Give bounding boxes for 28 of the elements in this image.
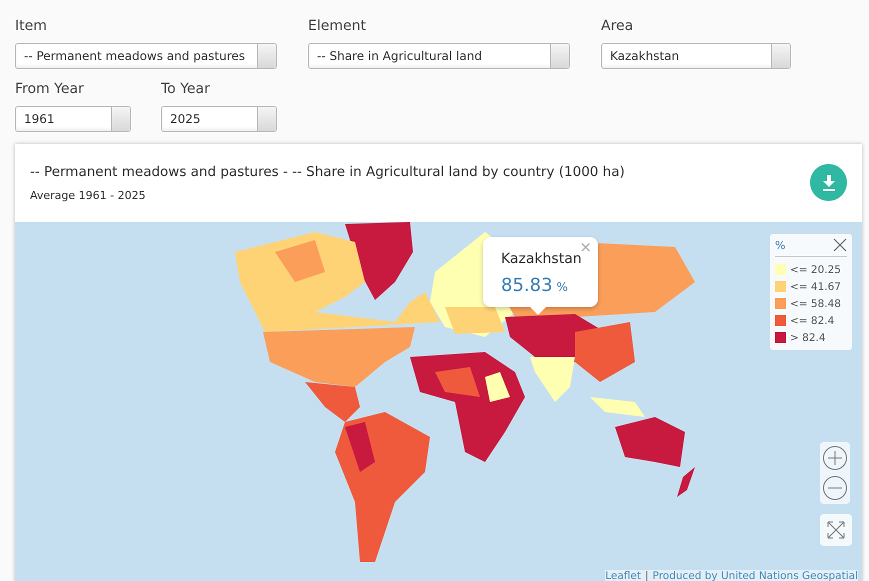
fullscreen-button[interactable] — [820, 514, 852, 546]
close-icon[interactable] — [833, 238, 847, 252]
legend-label: <= 82.4 — [790, 314, 834, 326]
card-title: -- Permanent meadows and pastures - -- Share in Agricultural land by country (1000 ha) — [30, 164, 625, 180]
dropdown[interactable]: -- Permanent meadows and pastures — [15, 43, 277, 69]
zoom-in-icon[interactable] — [822, 445, 848, 471]
dropdown[interactable]: Kazakhstan — [601, 43, 791, 69]
legend-title: % — [775, 238, 786, 252]
dropdown[interactable]: -- Share in Agricultural land — [308, 43, 570, 69]
tooltip-value: 85.83 — [501, 275, 553, 296]
field-label: From Year — [15, 81, 85, 98]
field-label: To Year — [161, 81, 211, 98]
legend-label: > 82.4 — [790, 332, 826, 344]
legend-label: <= 58.48 — [790, 298, 841, 310]
field-label: Area — [601, 18, 634, 35]
tooltip-country: Kazakhstan — [501, 251, 582, 267]
fullscreen-icon — [827, 521, 845, 539]
dropdown[interactable]: 1961 — [15, 106, 131, 132]
field-label: Item — [15, 18, 48, 35]
zoom-out-icon[interactable] — [822, 475, 848, 501]
tooltip-unit: % — [556, 280, 568, 294]
legend-label: <= 20.25 — [790, 264, 841, 276]
download-button[interactable] — [810, 164, 847, 201]
legend-label: <= 41.67 — [790, 280, 841, 292]
download-icon — [822, 174, 836, 190]
field-label: Element — [308, 18, 367, 35]
dropdown[interactable]: 2025 — [161, 106, 277, 132]
card-subtitle: Average 1961 - 2025 — [30, 189, 147, 202]
